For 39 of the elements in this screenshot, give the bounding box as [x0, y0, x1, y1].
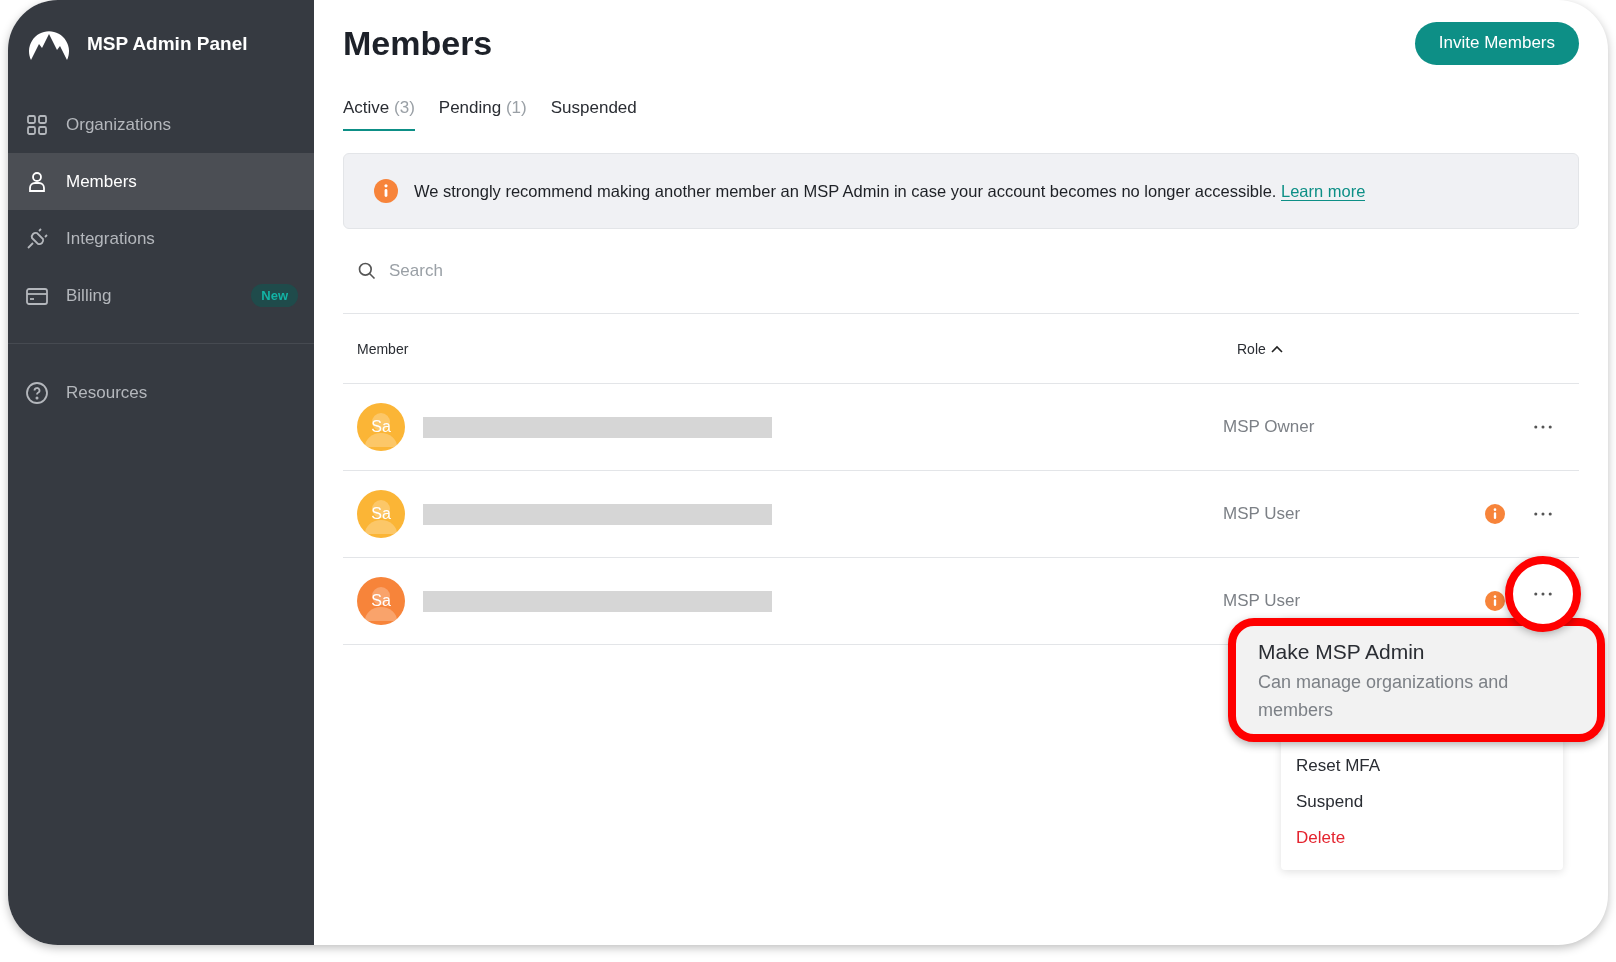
grid-icon — [25, 112, 49, 137]
sidebar-item[interactable]: Billing New — [8, 267, 314, 324]
avatar: Sa — [357, 403, 405, 451]
ellipsis-icon — [1534, 512, 1552, 516]
search-icon — [357, 261, 377, 281]
avatar: Sa — [357, 577, 405, 625]
menu-item[interactable]: Reset MFA — [1281, 748, 1563, 784]
role-cell-text: MSP User — [1223, 591, 1302, 611]
ellipsis-icon — [1534, 592, 1552, 596]
column-header[interactable]: Role — [1237, 340, 1266, 357]
new-badge: New — [251, 284, 298, 307]
menu-item[interactable]: Delete — [1281, 820, 1563, 856]
search-field[interactable]: Search — [387, 260, 791, 282]
avatar: Sa — [357, 490, 405, 538]
info-icon — [374, 179, 398, 203]
role-cell-text: MSP User — [1223, 504, 1302, 524]
warning-message: We strongly recommend making another member an MSP Admin in case your account becomes no longer accessible. Learn more — [414, 181, 1366, 201]
help-icon — [25, 380, 49, 405]
menu-item-title: Make MSP Admin — [1258, 640, 1426, 664]
more-options-button[interactable] — [1505, 556, 1581, 632]
sidebar-item[interactable]: Integrations — [8, 210, 314, 267]
plug-icon — [25, 226, 49, 251]
menu-item[interactable]: Suspend — [1281, 784, 1563, 820]
tab[interactable]: Suspended — [550, 86, 637, 131]
app-title: MSP Admin Panel — [87, 33, 248, 55]
column-header: Member — [357, 340, 410, 357]
sidebar-item[interactable]: Members — [8, 153, 314, 210]
page-title: Members — [343, 23, 493, 63]
invite-members-button[interactable]: Invite Members — [1414, 21, 1579, 65]
sidebar-item[interactable]: Resources — [8, 364, 314, 421]
menu-item-description: Can manage organizations and members — [1258, 671, 1510, 722]
tab[interactable]: Pending (1) — [438, 86, 527, 131]
caret-up-icon — [1270, 344, 1283, 353]
role-cell-text: MSP Owner — [1223, 417, 1316, 437]
tab[interactable]: Active (3) — [343, 86, 415, 131]
learn-more-link[interactable]: Learn more — [1281, 181, 1366, 201]
ellipsis-icon — [1534, 425, 1552, 429]
sidebar-item[interactable]: Organizations — [8, 96, 314, 153]
menu-item[interactable]: Make MSP Admin Can manage organizations and members — [1228, 618, 1605, 742]
